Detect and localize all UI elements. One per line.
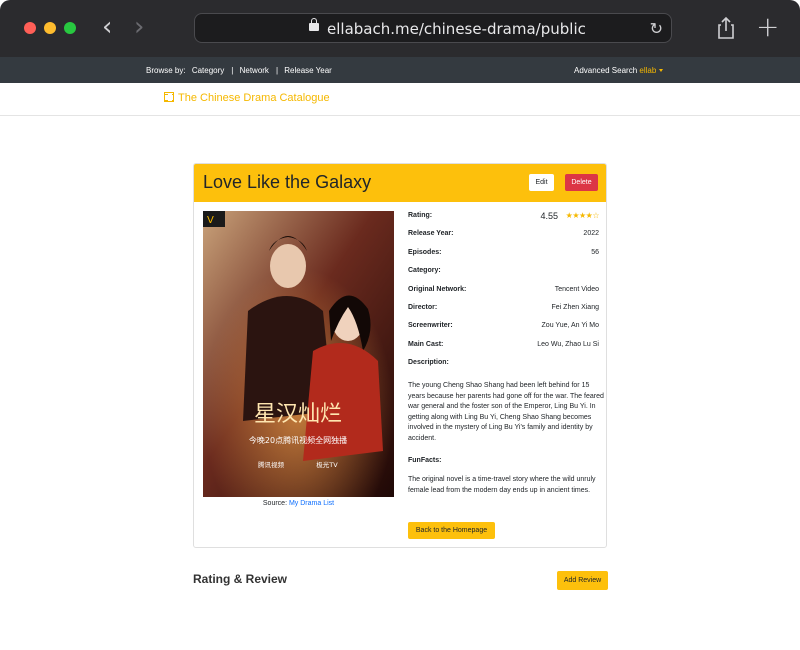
brand-bar: The Chinese Drama Catalogue	[0, 83, 800, 116]
episodes-value: 56	[591, 248, 599, 256]
episodes-label: Episodes:	[408, 248, 442, 256]
info-row-episodes: Episodes: 56	[408, 249, 599, 267]
browse-by-label: Browse by:	[146, 66, 186, 75]
nav-link-release-year[interactable]: Release Year	[284, 66, 332, 75]
forward-arrow-icon[interactable]: ›	[134, 14, 144, 40]
reload-icon[interactable]: ↻	[650, 19, 663, 38]
username: ellab	[639, 66, 657, 75]
poster-platform-1: 腾讯视频	[258, 460, 285, 469]
nav-divider: |	[231, 66, 234, 75]
drama-poster: V 星汉灿烂 今晚20点腾讯视频全网独播 腾讯视频 极光TV	[203, 211, 394, 497]
back-arrow-icon[interactable]: ‹	[102, 14, 112, 40]
description-label: Description:	[408, 359, 449, 367]
screenwriter-value: Zou Yue, An Yi Mo	[541, 322, 599, 330]
info-row-network: Original Network: Tencent Video	[408, 286, 599, 304]
brand-link[interactable]: The Chinese Drama Catalogue	[164, 92, 330, 104]
drama-info: Rating: 4.55 ★★★★☆ Release Year: 2022 Ep…	[408, 211, 600, 378]
info-row-description: Description:	[408, 359, 599, 377]
info-row-release-year: Release Year: 2022	[408, 230, 599, 248]
film-icon	[164, 92, 174, 102]
category-label: Category:	[408, 267, 441, 275]
info-row-cast: Main Cast: Leo Wu, Zhao Lu Si	[408, 341, 599, 359]
network-value: Tencent Video	[554, 285, 599, 293]
back-to-homepage-button[interactable]: Back to the Homepage	[408, 522, 495, 539]
cast-label: Main Cast:	[408, 340, 444, 348]
cast-value: Leo Wu, Zhao Lu Si	[537, 340, 599, 348]
nav-divider: |	[275, 66, 279, 75]
rating-label: Rating:	[408, 212, 433, 219]
screenwriter-label: Screenwriter:	[408, 322, 453, 330]
drama-title: Love Like the Galaxy	[203, 172, 372, 192]
lock-icon	[309, 18, 319, 31]
close-window-button[interactable]	[24, 22, 36, 34]
browser-toolbar: ‹ › ellabach.me/chinese-drama/public ↻ +	[0, 0, 800, 57]
caret-down-icon	[659, 69, 664, 73]
source-credit: Source: My Drama List	[203, 500, 394, 507]
poster-title: 星汉灿烂	[254, 402, 342, 427]
source-prefix: Source:	[262, 500, 288, 507]
director-value: Fei Zhen Xiang	[551, 303, 599, 311]
release-year-value: 2022	[583, 230, 599, 238]
nav-link-network[interactable]: Network	[240, 66, 269, 75]
source-link[interactable]: My Drama List	[289, 500, 334, 507]
poster-subtitle: 今晚20点腾讯视频全网独播	[249, 435, 347, 445]
info-row-screenwriter: Screenwriter: Zou Yue, An Yi Mo	[408, 322, 599, 340]
info-row-director: Director: Fei Zhen Xiang	[408, 304, 599, 322]
description-text: The young Cheng Shao Shang had been left…	[408, 382, 604, 442]
poster-platform-2: 极光TV	[316, 460, 338, 469]
director-label: Director:	[408, 303, 438, 311]
info-row-category: Category:	[408, 267, 599, 285]
add-review-button[interactable]: Add Review	[557, 571, 608, 590]
release-year-label: Release Year:	[408, 230, 454, 238]
card-header: Love Like the Galaxy Edit Delete	[194, 164, 606, 202]
user-menu[interactable]: ellab	[639, 66, 664, 75]
funfacts-label: FunFacts:	[408, 457, 442, 464]
brand-title: The Chinese Drama Catalogue	[178, 92, 330, 104]
site-navbar: Browse by: Category | Network | Release Ye…	[0, 57, 800, 83]
share-icon[interactable]	[716, 16, 736, 40]
address-bar[interactable]: ellabach.me/chinese-drama/public ↻	[194, 13, 672, 43]
svg-text:V: V	[207, 215, 214, 226]
minimize-window-button[interactable]	[44, 22, 56, 34]
drama-detail-card: Love Like the Galaxy Edit Delete V 星汉灿烂 …	[193, 163, 607, 548]
rating-value: 4.55	[540, 211, 558, 221]
nav-link-category[interactable]: Category	[192, 66, 224, 75]
rating-stars-icon: ★★★★☆	[565, 211, 600, 220]
maximize-window-button[interactable]	[64, 22, 76, 34]
info-row-rating: Rating: 4.55 ★★★★☆	[408, 211, 600, 230]
network-label: Original Network:	[408, 285, 467, 293]
edit-button[interactable]: Edit	[529, 174, 554, 191]
new-tab-icon[interactable]: +	[756, 10, 779, 43]
funfacts-text: The original novel is a time-travel stor…	[408, 476, 596, 494]
delete-button[interactable]: Delete	[565, 174, 598, 191]
url-text: ellabach.me/chinese-drama/public	[327, 20, 586, 38]
advanced-search-link[interactable]: Advanced Search	[574, 66, 637, 75]
rating-review-heading: Rating & Review	[193, 572, 288, 586]
